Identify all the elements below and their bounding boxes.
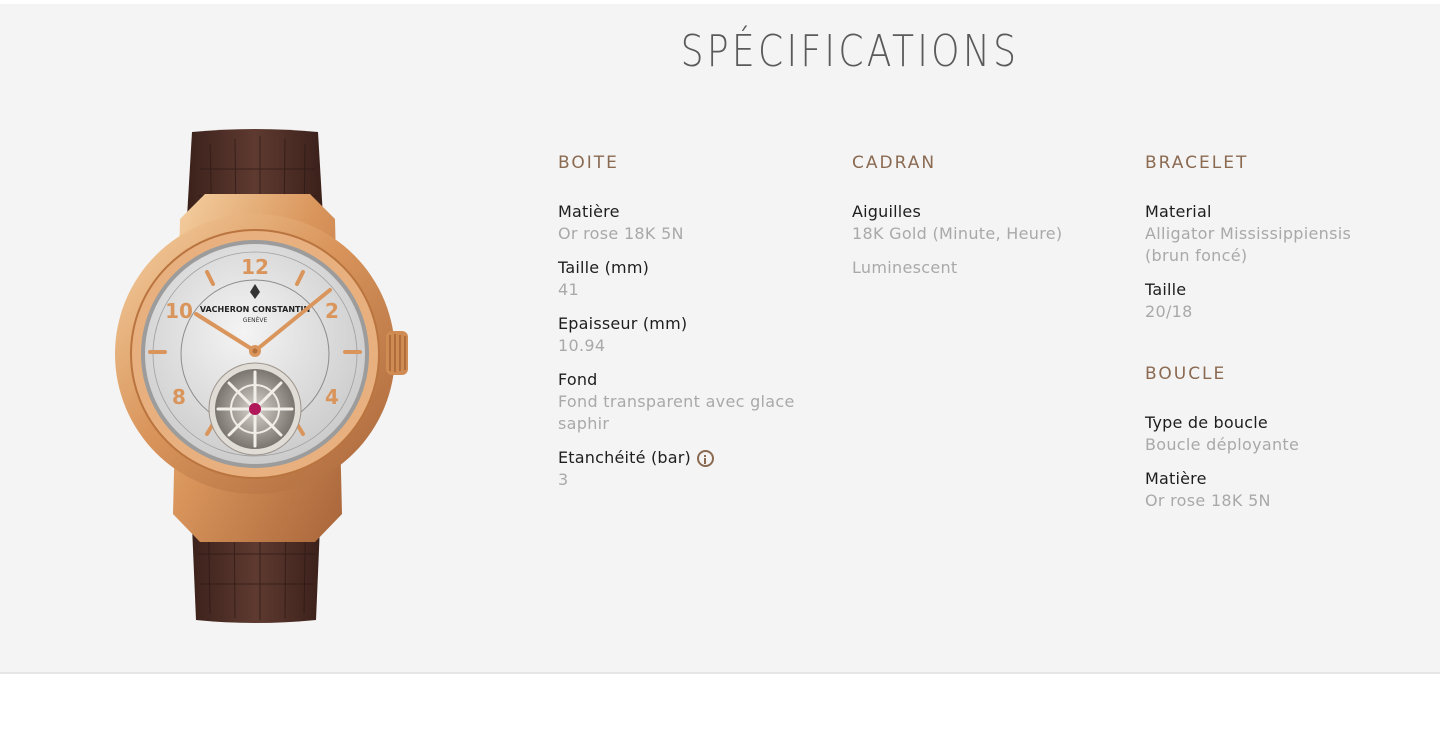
spec-label: Matière [1145, 469, 1207, 488]
spec-item: Taille 20/18 [1145, 279, 1385, 323]
spec-item: Type de boucle Boucle déployante [1145, 412, 1385, 456]
strap-heading: BRACELET [1145, 153, 1249, 173]
svg-text:4: 4 [325, 385, 339, 409]
case-section: BOITE Matière Or rose 18K 5N Taille (mm)… [558, 152, 828, 503]
spec-label: Fond [558, 370, 598, 389]
spec-value: 10.94 [558, 336, 606, 355]
spec-label: Etanchéité (bar) [558, 448, 691, 467]
spec-item: Matière Or rose 18K 5N [558, 201, 828, 245]
spec-value: 20/18 [1145, 302, 1193, 321]
buckle-heading: BOUCLE [1145, 364, 1227, 384]
spec-label: Type de boucle [1145, 413, 1268, 432]
dial-section: CADRAN Aiguilles 18K Gold (Minute, Heure… [852, 152, 1122, 291]
spec-value: Fond transparent avec glace saphir [558, 392, 795, 433]
spec-item: Fond Fond transparent avec glace saphir [558, 369, 828, 435]
svg-text:10: 10 [165, 299, 193, 323]
spec-label: Material [1145, 202, 1212, 221]
dial-heading: CADRAN [852, 153, 937, 173]
spec-label-with-info: Etanchéité (bar) [558, 447, 828, 469]
watch-image: 12 2 4 10 8 VACHERON CONSTANTIN GENÈVE [115, 129, 408, 623]
spec-value: 18K Gold (Minute, Heure) [852, 224, 1063, 243]
spec-label: Matière [558, 202, 620, 221]
spec-item: Aiguilles 18K Gold (Minute, Heure) Lumin… [852, 201, 1122, 279]
svg-text:8: 8 [172, 385, 186, 409]
svg-text:2: 2 [325, 299, 339, 323]
spec-label: Aiguilles [852, 202, 922, 221]
svg-text:12: 12 [241, 255, 269, 279]
specifications-panel: SPÉCIFICATIONS 12 2 4 10 8 VACHERON CONS… [0, 4, 1440, 674]
info-icon[interactable] [696, 450, 714, 467]
spec-value: 3 [558, 470, 569, 489]
spec-item: Epaisseur (mm) 10.94 [558, 313, 828, 357]
spec-item: Material Alligator Mississippiensis (bru… [1145, 201, 1385, 267]
spec-value-secondary: Luminescent [852, 258, 958, 277]
spec-label: Taille [1145, 280, 1187, 299]
spec-value: Boucle déployante [1145, 435, 1300, 454]
spec-value: Alligator Mississippiensis (brun foncé) [1145, 224, 1352, 265]
spec-value: Or rose 18K 5N [1145, 491, 1271, 510]
spec-item: Etanchéité (bar) 3 [558, 447, 828, 491]
spec-label: Taille (mm) [558, 258, 650, 277]
svg-text:VACHERON CONSTANTIN: VACHERON CONSTANTIN [200, 305, 310, 314]
spec-value: 41 [558, 280, 579, 299]
svg-text:GENÈVE: GENÈVE [243, 316, 268, 324]
strap-section: BRACELET Material Alligator Mississippie… [1145, 152, 1385, 524]
spec-value: Or rose 18K 5N [558, 224, 684, 243]
spec-label: Epaisseur (mm) [558, 314, 688, 333]
spec-item: Matière Or rose 18K 5N [1145, 468, 1385, 512]
page-title: SPÉCIFICATIONS [680, 26, 1020, 77]
spec-item: Taille (mm) 41 [558, 257, 828, 301]
case-heading: BOITE [558, 153, 619, 173]
